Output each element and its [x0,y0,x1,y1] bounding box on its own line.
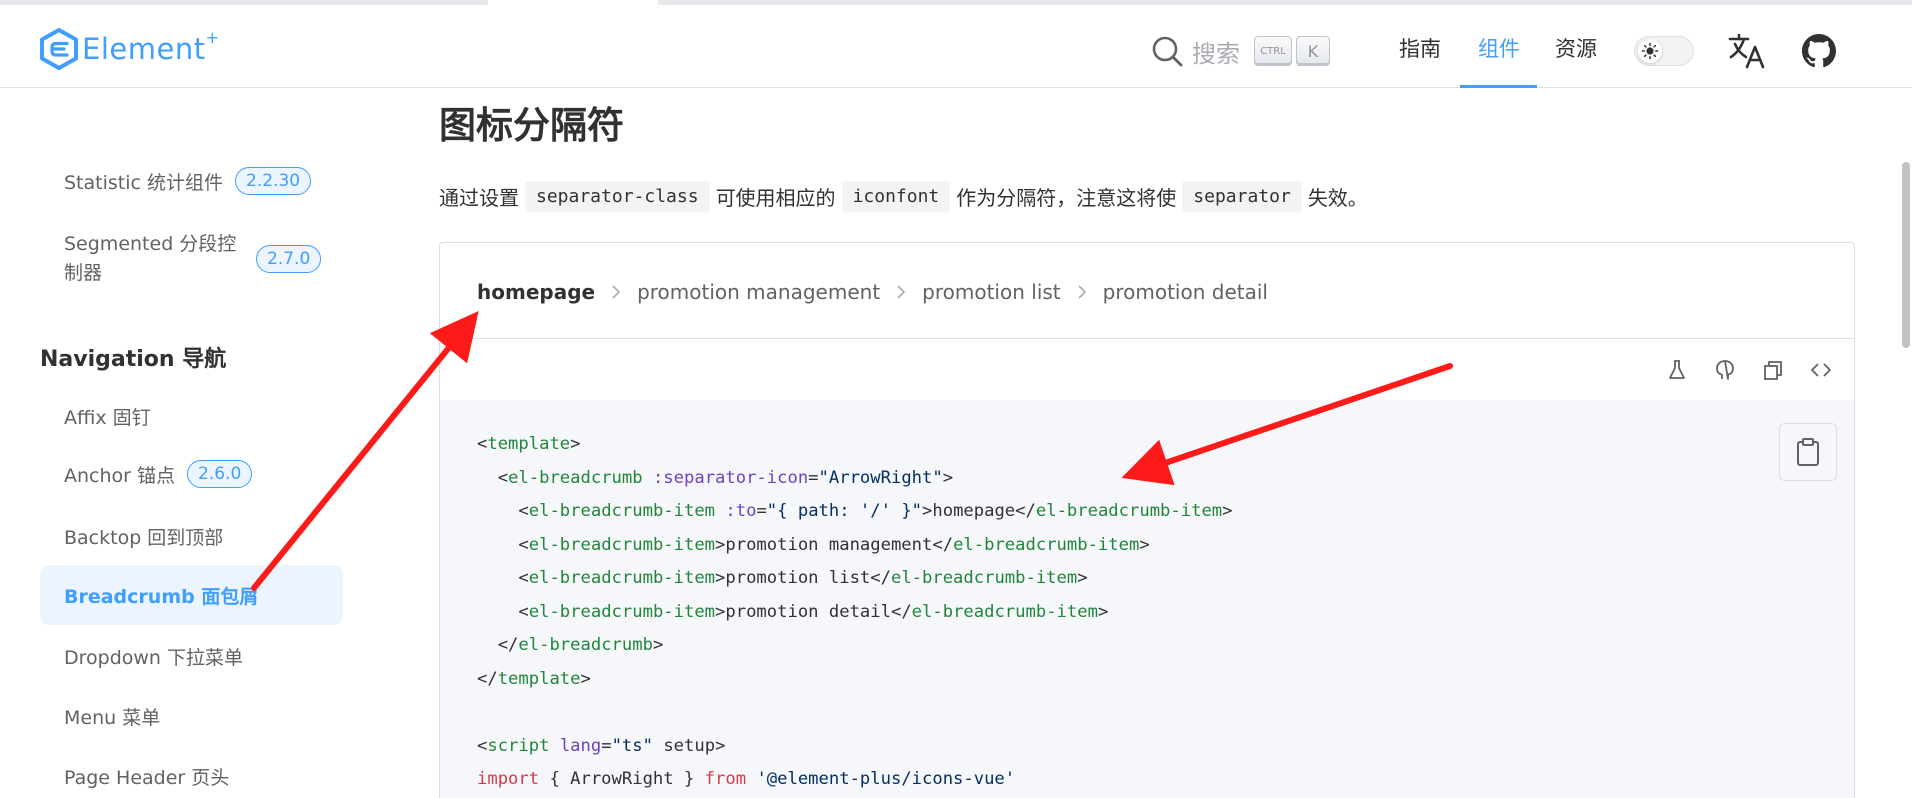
nav-guide-link[interactable]: 指南 [1399,33,1441,63]
inline-code: separator-class [525,181,710,212]
sidebar-item-label: Affix 固钉 [64,407,151,429]
sun-icon [1641,42,1659,60]
sidebar-item-affix[interactable]: Affix 固钉 [64,403,151,430]
nav-active-underline [1460,85,1537,88]
search-label: 搜索 [1192,39,1240,68]
sidebar-item-backtop[interactable]: Backtop 回到顶部 [64,523,223,550]
page: Element + 搜索 CTRL K 指南 组件 资源 Statistic 统… [0,0,1912,798]
github-icon[interactable] [1713,358,1737,382]
nav-component-link[interactable]: 组件 [1478,33,1520,63]
logo-text: Element [82,32,206,66]
chevron-right-icon [1078,285,1086,299]
sidebar-item-dropdown[interactable]: Dropdown 下拉菜单 [64,643,243,670]
sidebar-item-menu[interactable]: Menu 菜单 [64,703,160,730]
sidebar-item-label: Breadcrumb 面包屑 [64,586,259,608]
element-plus-logo[interactable]: Element + [38,27,219,71]
search-button[interactable]: 搜索 CTRL K [1150,32,1330,70]
code-line: </template> [477,668,591,689]
sidebar-item-segmented[interactable]: Segmented 分段控制器 2.7.0 [64,227,344,291]
section-description: 通过设置 separator-class 可使用相应的 iconfont 作为分… [439,181,1368,212]
translate-icon[interactable] [1728,33,1766,69]
sidebar: Statistic 统计组件 2.2.30 Segmented 分段控制器 2.… [0,89,360,798]
sidebar-item-anchor[interactable]: Anchor 锚点 2.6.0 [64,460,253,488]
inline-code: separator [1182,181,1302,212]
sidebar-item-label: Statistic 统计组件 [64,171,223,194]
description-text: 失效。 [1307,186,1368,210]
chevron-right-icon [897,285,906,299]
breadcrumb-item: promotion management [637,280,881,304]
divider [440,338,1854,339]
description-text: 通过设置 [439,186,519,210]
sidebar-item-label: Anchor 锚点 [64,464,176,487]
sidebar-item-breadcrumb[interactable]: Breadcrumb 面包屑 [40,565,343,625]
code-line: </el-breadcrumb> [497,635,664,655]
sidebar-item-statistic[interactable]: Statistic 统计组件 2.2.30 [64,167,312,195]
version-badge: 2.6.0 [187,460,253,488]
code-line: <el-breadcrumb-item>promotion management… [518,534,1150,555]
element-logo-icon [40,28,78,70]
nav-resource-link[interactable]: 资源 [1555,33,1597,63]
code-line: <el-breadcrumb-item>promotion list</el-b… [518,568,1088,588]
breadcrumb-item-homepage[interactable]: homepage [477,280,595,304]
code-line: <script lang="ts" setup> [477,735,726,756]
sidebar-item-label: Segmented 分段控制器 [64,233,237,284]
description-text: 可使用相应的 [715,186,836,210]
copy-icon[interactable] [1761,358,1785,382]
description-text: 作为分隔符，注意这将使 [956,186,1177,210]
theme-toggle-knob [1638,39,1662,63]
code-content: <template> <el-breadcrumb :separator-ico… [477,428,1233,797]
kbd-k: K [1296,36,1330,66]
clipboard-icon [1797,438,1819,466]
code-line: <el-breadcrumb-item>promotion detail</el… [518,601,1109,622]
copy-code-button[interactable] [1779,423,1837,481]
search-icon [1152,36,1183,67]
code-line: <template> [477,434,581,454]
theme-toggle-switch[interactable] [1634,36,1694,66]
sidebar-item-label: Backtop 回到顶部 [64,527,224,549]
section-title: 图标分隔符 [439,104,624,147]
logo-plus: + [205,27,219,47]
breadcrumb: homepage promotion management promotion … [477,280,1268,304]
code-line: <el-breadcrumb-item :to="{ path: '/' }">… [518,501,1233,521]
demo-block: homepage promotion management promotion … [439,242,1855,798]
chevron-right-icon [612,285,621,299]
version-badge: 2.2.30 [235,167,312,195]
version-badge: 2.7.0 [256,245,322,273]
page-scrollbar[interactable] [1902,162,1910,348]
sidebar-section-title: Navigation 导航 [40,347,227,372]
code-block: <template> <el-breadcrumb :separator-ico… [440,400,1854,798]
playground-icon[interactable] [1665,358,1689,382]
breadcrumb-item: promotion detail [1102,280,1268,304]
github-icon[interactable] [1802,34,1836,68]
sidebar-item-label: Menu 菜单 [64,707,161,729]
code-line: <el-breadcrumb :separator-icon="ArrowRig… [497,467,954,488]
sidebar-item-label: Page Header 页头 [64,767,230,789]
top-header: Element + 搜索 CTRL K 指南 组件 资源 [0,5,1912,88]
inline-code: iconfont [841,181,951,212]
breadcrumb-item: promotion list [922,280,1061,304]
sidebar-item-page-header[interactable]: Page Header 页头 [64,763,229,790]
code-line: import { ArrowRight } from '@element-plu… [477,769,1016,789]
sidebar-item-label: Dropdown 下拉菜单 [64,647,244,669]
kbd-ctrl: CTRL [1254,36,1292,66]
code-icon[interactable] [1809,358,1833,382]
